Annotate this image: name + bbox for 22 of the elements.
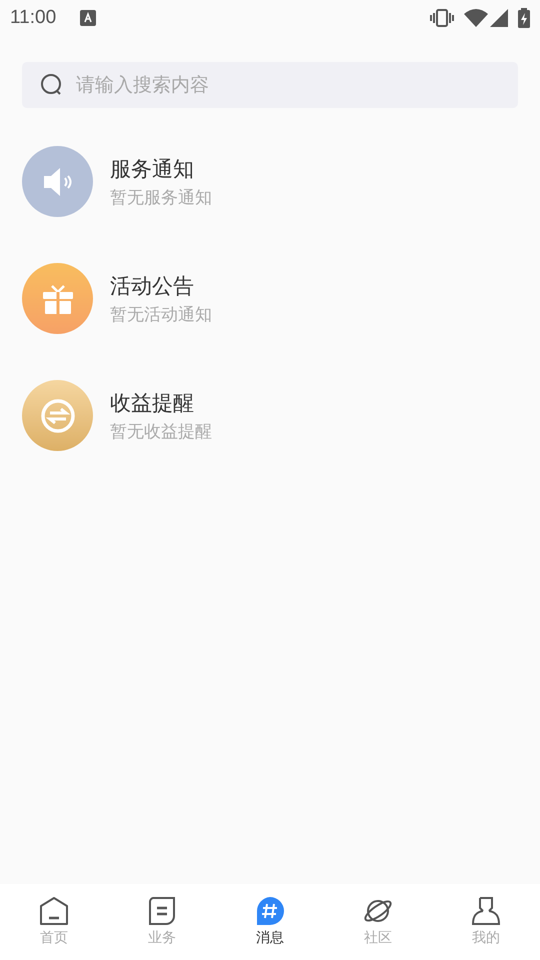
notification-subtitle: 暂无收益提醒 [110, 420, 212, 442]
signal-icon [490, 9, 508, 27]
notification-title: 收益提醒 [110, 390, 195, 416]
search-icon [40, 73, 64, 97]
notification-subtitle: 暂无服务通知 [110, 186, 212, 208]
search-field[interactable]: 请输入搜索内容 [22, 62, 518, 108]
vibrate-icon [430, 9, 454, 27]
wifi-icon [464, 9, 488, 27]
status-time: 11:00 [10, 6, 56, 30]
notification-title: 服务通知 [110, 156, 195, 182]
keyboard-icon [80, 10, 96, 26]
person-icon [471, 896, 501, 926]
notification-item[interactable]: 服务通知 暂无服务通知 [22, 146, 518, 217]
chat-icon [255, 896, 285, 926]
notification-subtitle: 暂无活动通知 [110, 304, 212, 326]
notification-item[interactable]: 活动公告 暂无活动通知 [22, 263, 518, 334]
home-icon [39, 896, 69, 926]
notification-item[interactable]: 收益提醒 暂无收益提醒 [22, 380, 518, 451]
battery-icon [518, 8, 530, 28]
notification-title: 活动公告 [110, 272, 195, 300]
tab[interactable]: 消息 [216, 884, 324, 960]
document-icon [147, 896, 177, 926]
